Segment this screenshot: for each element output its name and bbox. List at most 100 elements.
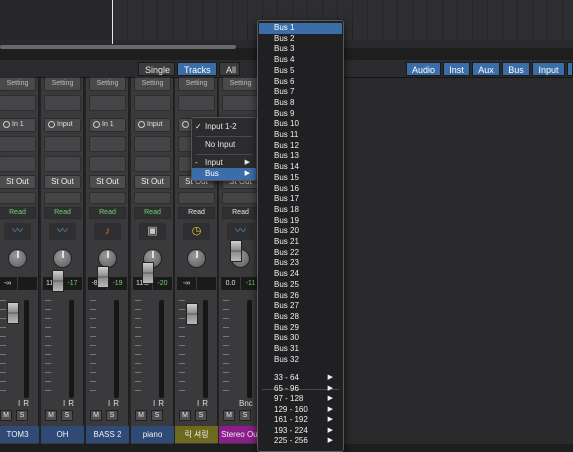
bus-range-menu-item[interactable]: 65 - 96 ▶ xyxy=(259,384,342,395)
bus-menu-item[interactable]: Bus 8 xyxy=(259,98,342,109)
bus-menu-item[interactable]: Bus 9 xyxy=(259,109,342,120)
group-slot[interactable] xyxy=(178,192,215,204)
eq-display[interactable] xyxy=(0,95,36,111)
pan-knob[interactable] xyxy=(8,249,27,268)
menu-item-bus[interactable]: Bus ▶ xyxy=(192,168,256,180)
automation-mode[interactable]: Read xyxy=(44,207,81,219)
bus-menu-item[interactable]: Bus 6 xyxy=(259,77,342,88)
track-name[interactable]: TOM3 xyxy=(0,426,39,443)
bus-menu-item[interactable]: Bus 3 xyxy=(259,44,342,55)
setting-button[interactable]: Setting xyxy=(134,77,171,91)
input-record-buttons[interactable]: IR xyxy=(108,399,122,408)
bus-range-menu-item[interactable]: 161 - 192 ▶ xyxy=(259,415,342,426)
bus-menu-item[interactable]: Bus 5 xyxy=(259,66,342,77)
view-single-button[interactable]: Single xyxy=(138,62,175,76)
bus-range-menu-item[interactable]: 225 - 256 ▶ xyxy=(259,436,342,447)
menu-item-input-1-2[interactable]: ✓ Input 1-2 xyxy=(192,121,256,133)
eq-display[interactable] xyxy=(44,95,81,111)
input-slot[interactable]: Input xyxy=(134,118,171,132)
group-slot[interactable] xyxy=(44,192,81,204)
setting-button[interactable]: Setting xyxy=(0,77,36,91)
bus-range-menu-item[interactable]: 97 - 128 ▶ xyxy=(259,394,342,405)
output-slot[interactable]: St Out xyxy=(89,175,126,189)
bus-menu-item[interactable]: Bus 24 xyxy=(259,269,342,280)
pan-knob[interactable] xyxy=(53,249,72,268)
bus-menu-item[interactable]: Bus 12 xyxy=(259,141,342,152)
solo-button[interactable]: S xyxy=(195,410,207,421)
bus-menu-item[interactable]: Bus 20 xyxy=(259,226,342,237)
violin-icon[interactable]: ♪ xyxy=(94,223,121,240)
input-record-buttons[interactable]: IR xyxy=(18,399,32,408)
bus-menu-item[interactable]: Bus 27 xyxy=(259,301,342,312)
input-slot[interactable]: In 1 xyxy=(0,118,36,132)
horizontal-scrollbar[interactable] xyxy=(0,45,236,49)
setting-button[interactable]: Setting xyxy=(89,77,126,91)
bus-menu-item[interactable]: Bus 2 xyxy=(259,34,342,45)
input-record-buttons[interactable]: IR xyxy=(197,399,211,408)
bus-menu-item[interactable]: Bus 4 xyxy=(259,55,342,66)
input-slot[interactable]: Input xyxy=(44,118,81,132)
group-slot[interactable] xyxy=(134,192,171,204)
bus-range-menu-item[interactable]: 193 - 224 ▶ xyxy=(259,426,342,437)
input-record-buttons[interactable]: IR xyxy=(63,399,77,408)
bus-menu-item[interactable]: Bus 30 xyxy=(259,333,342,344)
sends-slot[interactable] xyxy=(0,156,36,172)
volume-fader[interactable] xyxy=(186,303,198,325)
waveform-icon[interactable]: 〰 xyxy=(49,223,76,240)
bus-menu-item[interactable]: Bus 14 xyxy=(259,162,342,173)
bus-menu-item[interactable]: Bus 25 xyxy=(259,280,342,291)
bus-menu-item[interactable]: Bus 22 xyxy=(259,248,342,259)
audio-fx-slot[interactable] xyxy=(44,136,81,152)
playhead[interactable] xyxy=(112,0,113,44)
filter-audio-button[interactable]: Audio xyxy=(406,62,441,76)
bus-menu-item[interactable]: Bus 32 xyxy=(259,355,342,366)
filter-more-button[interactable] xyxy=(567,62,573,76)
setting-button[interactable]: Setting xyxy=(222,77,259,91)
bus-menu-item[interactable]: Bus 11 xyxy=(259,130,342,141)
volume-fader[interactable] xyxy=(52,270,64,292)
bus-menu-item[interactable]: Bus 18 xyxy=(259,205,342,216)
volume-fader[interactable] xyxy=(142,262,154,284)
track-name[interactable]: piano xyxy=(131,426,174,443)
bounce-button[interactable]: Bnc xyxy=(239,399,253,408)
menu-item-no-input[interactable]: No Input xyxy=(192,139,256,151)
pan-knob[interactable] xyxy=(187,249,206,268)
mute-button[interactable]: M xyxy=(223,410,235,421)
filter-inst-button[interactable]: Inst xyxy=(443,62,470,76)
filter-aux-button[interactable]: Aux xyxy=(472,62,500,76)
automation-mode[interactable]: Read xyxy=(178,207,215,219)
volume-fader[interactable] xyxy=(7,302,19,324)
output-slot[interactable]: St Out xyxy=(44,175,81,189)
eq-display[interactable] xyxy=(222,95,259,111)
waveform-icon[interactable]: 〰 xyxy=(227,223,254,240)
input-slot[interactable]: In 1 xyxy=(89,118,126,132)
bus-range-menu-item[interactable]: 129 - 160 ▶ xyxy=(259,405,342,416)
bus-range-menu-item[interactable]: 33 - 64 ▶ xyxy=(259,373,342,384)
bus-menu-item[interactable]: Bus 13 xyxy=(259,151,342,162)
bus-menu-item[interactable]: Bus 10 xyxy=(259,119,342,130)
group-slot[interactable] xyxy=(0,192,36,204)
bus-menu-item[interactable]: Bus 21 xyxy=(259,237,342,248)
mute-button[interactable]: M xyxy=(90,410,102,421)
eq-display[interactable] xyxy=(178,95,215,111)
waveform-icon[interactable]: 〰 xyxy=(4,223,31,240)
automation-mode[interactable]: Read xyxy=(89,207,126,219)
solo-button[interactable]: S xyxy=(151,410,163,421)
audio-fx-slot[interactable] xyxy=(134,136,171,152)
setting-button[interactable]: Setting xyxy=(178,77,215,91)
eq-display[interactable] xyxy=(89,95,126,111)
bus-menu-item[interactable]: Bus 19 xyxy=(259,216,342,227)
bus-submenu[interactable]: Bus 1 Bus 2 Bus 3 Bus 4 Bus 5 Bus 6 Bus 7 Bus 8… xyxy=(257,20,344,452)
amp-icon[interactable]: ▣ xyxy=(139,223,166,240)
mute-button[interactable]: M xyxy=(0,410,12,421)
setting-button[interactable]: Setting xyxy=(44,77,81,91)
bus-menu-item[interactable]: Bus 26 xyxy=(259,291,342,302)
track-name[interactable]: Stereo Out xyxy=(219,426,262,443)
output-slot[interactable]: St Out xyxy=(0,175,36,189)
bus-menu-item[interactable]: Bus 29 xyxy=(259,323,342,334)
bus-menu-item[interactable]: Bus 17 xyxy=(259,194,342,205)
mute-button[interactable]: M xyxy=(135,410,147,421)
view-tracks-button[interactable]: Tracks xyxy=(177,62,217,76)
track-name[interactable]: BASS 2 xyxy=(86,426,129,443)
automation-mode[interactable]: Read xyxy=(0,207,36,219)
